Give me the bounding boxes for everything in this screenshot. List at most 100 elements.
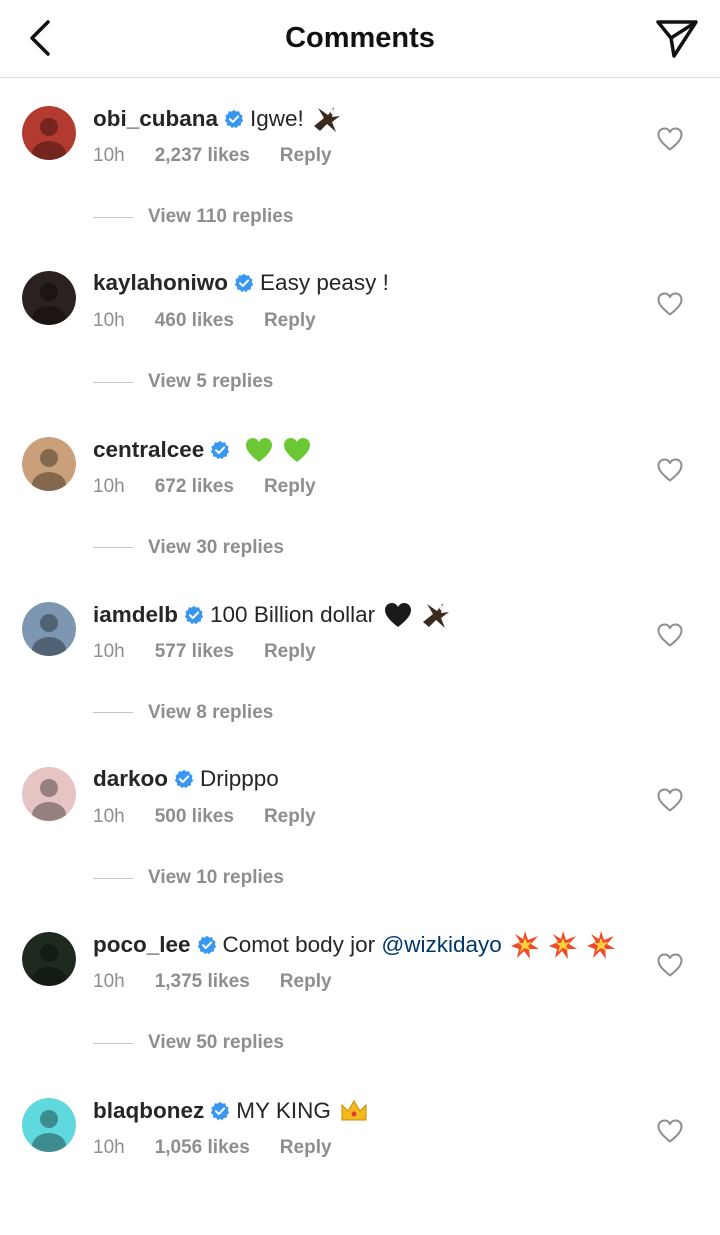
heart-icon[interactable] xyxy=(656,952,684,978)
verified-badge-icon xyxy=(197,936,216,955)
timestamp: 10h xyxy=(93,1136,125,1158)
timestamp: 10h xyxy=(93,971,125,993)
page-title: Comments xyxy=(285,22,435,54)
view-replies-label: View 110 replies xyxy=(148,206,294,227)
reply-button[interactable]: Reply xyxy=(264,806,316,828)
view-replies-link[interactable]: View 8 replies xyxy=(93,702,273,724)
view-replies-link[interactable]: View 10 replies xyxy=(93,867,284,889)
comment-row: darkoo Dripppo 10h 500 likes Reply View 10 re… xyxy=(0,739,720,904)
view-replies-link[interactable]: View 110 replies xyxy=(93,206,293,228)
timestamp: 10h xyxy=(93,310,125,332)
emoji xyxy=(312,104,342,134)
comment-text: 100 Billion dollar xyxy=(210,601,376,627)
reply-button[interactable]: Reply xyxy=(280,971,332,993)
view-replies-link[interactable]: View 30 replies xyxy=(93,537,284,559)
comment-line: obi_cubana Igwe! xyxy=(93,104,640,134)
avatar[interactable] xyxy=(22,601,76,656)
heart-icon[interactable] xyxy=(656,1118,684,1144)
avatar[interactable] xyxy=(22,106,76,160)
timestamp: 10h xyxy=(93,806,125,828)
black-heart-icon xyxy=(385,602,412,627)
replies-divider xyxy=(93,547,133,549)
heart-icon[interactable] xyxy=(656,457,684,483)
replies-divider xyxy=(93,877,133,879)
chevron-left-icon[interactable] xyxy=(22,16,62,60)
comment-line: darkoo Dripppo xyxy=(93,765,640,793)
eagle-icon xyxy=(423,602,450,628)
replies-divider xyxy=(93,712,133,714)
green-heart-icon xyxy=(284,437,311,462)
comment-meta: 10h 460 likes Reply xyxy=(93,310,316,332)
comment-meta: 10h 577 likes Reply xyxy=(93,641,316,663)
likes-count[interactable]: 672 likes xyxy=(155,476,234,498)
username[interactable]: obi_cubana xyxy=(93,105,218,133)
avatar[interactable] xyxy=(22,271,76,326)
emoji xyxy=(244,435,274,465)
emoji xyxy=(548,930,578,960)
comment-list: obi_cubana Igwe! 10h 2,237 likes Reply View 1… xyxy=(0,78,720,1235)
view-replies-label: View 5 replies xyxy=(148,371,274,393)
verified-badge-icon xyxy=(211,440,230,459)
timestamp: 10h xyxy=(93,145,125,166)
heart-icon[interactable] xyxy=(656,291,684,317)
avatar[interactable] xyxy=(22,767,76,822)
likes-count[interactable]: 1,056 likes xyxy=(155,1137,250,1159)
comment-row: poco_lee Comot body jor @wizkidayo 10h 1,37… xyxy=(0,904,720,1069)
username[interactable]: darkoo xyxy=(93,765,168,793)
emoji xyxy=(339,1096,369,1126)
view-replies-label: View 30 replies xyxy=(148,536,284,558)
comment-line: iamdelb 100 Billion dollar xyxy=(93,600,640,630)
comment-meta: 10h 1,375 likes Reply xyxy=(93,971,332,993)
emoji xyxy=(510,930,540,960)
verified-badge-icon xyxy=(184,605,204,625)
avatar[interactable] xyxy=(22,932,76,987)
paper-plane-icon[interactable] xyxy=(652,14,702,62)
collision-icon xyxy=(586,931,615,960)
mention-link[interactable]: @wizkidayo xyxy=(381,931,501,959)
reply-button[interactable]: Reply xyxy=(264,310,316,332)
avatar[interactable] xyxy=(22,436,76,491)
comment-row: obi_cubana Igwe! 10h 2,237 likes Reply View 1… xyxy=(0,78,720,243)
comment-text: Igwe! xyxy=(250,106,304,131)
view-replies-link[interactable]: View 5 replies xyxy=(93,371,273,393)
comment-meta: 10h 1,056 likes Reply xyxy=(93,1137,332,1159)
likes-count[interactable]: 1,375 likes xyxy=(155,971,250,993)
verified-badge-icon xyxy=(234,274,254,293)
comment-line: kaylahoniwo Easy peasy ! xyxy=(93,269,640,297)
emoji xyxy=(383,600,413,630)
reply-button[interactable]: Reply xyxy=(264,641,316,663)
verified-badge-icon xyxy=(211,1101,230,1120)
reply-button[interactable]: Reply xyxy=(280,145,332,167)
comment-text: Easy peasy ! xyxy=(260,270,389,296)
comment-meta: 10h 500 likes Reply xyxy=(93,806,316,828)
heart-icon[interactable] xyxy=(656,622,684,648)
username[interactable]: blaqbonez xyxy=(93,1097,204,1125)
comment-line: poco_lee Comot body jor @wizkidayo xyxy=(93,930,640,960)
replies-divider xyxy=(93,216,133,218)
comment-line: centralcee xyxy=(93,435,640,465)
view-replies-link[interactable]: View 50 replies xyxy=(93,1032,284,1054)
emoji xyxy=(282,435,312,465)
green-heart-icon xyxy=(246,437,273,462)
avatar[interactable] xyxy=(22,1097,76,1152)
eagle-icon xyxy=(313,107,340,132)
comment-row: blaqbonez MY KING 10h 1,056 likes Reply xyxy=(0,1070,720,1235)
timestamp: 10h xyxy=(93,475,125,497)
likes-count[interactable]: 577 likes xyxy=(155,641,234,663)
comment-meta: 10h 672 likes Reply xyxy=(93,476,316,498)
reply-button[interactable]: Reply xyxy=(280,1137,332,1159)
reply-button[interactable]: Reply xyxy=(264,476,316,498)
heart-icon[interactable] xyxy=(656,126,684,152)
username[interactable]: kaylahoniwo xyxy=(93,269,228,297)
comment-text: Dripppo xyxy=(200,766,279,792)
view-replies-label: View 10 replies xyxy=(148,867,284,889)
emoji xyxy=(421,600,451,630)
likes-count[interactable]: 2,237 likes xyxy=(155,145,250,167)
username[interactable]: iamdelb xyxy=(93,601,178,629)
comment-row: kaylahoniwo Easy peasy ! 10h 460 likes Reply… xyxy=(0,243,720,408)
username[interactable]: poco_lee xyxy=(93,931,191,959)
likes-count[interactable]: 500 likes xyxy=(155,806,234,828)
username[interactable]: centralcee xyxy=(93,436,204,464)
likes-count[interactable]: 460 likes xyxy=(155,310,234,332)
heart-icon[interactable] xyxy=(656,787,684,813)
